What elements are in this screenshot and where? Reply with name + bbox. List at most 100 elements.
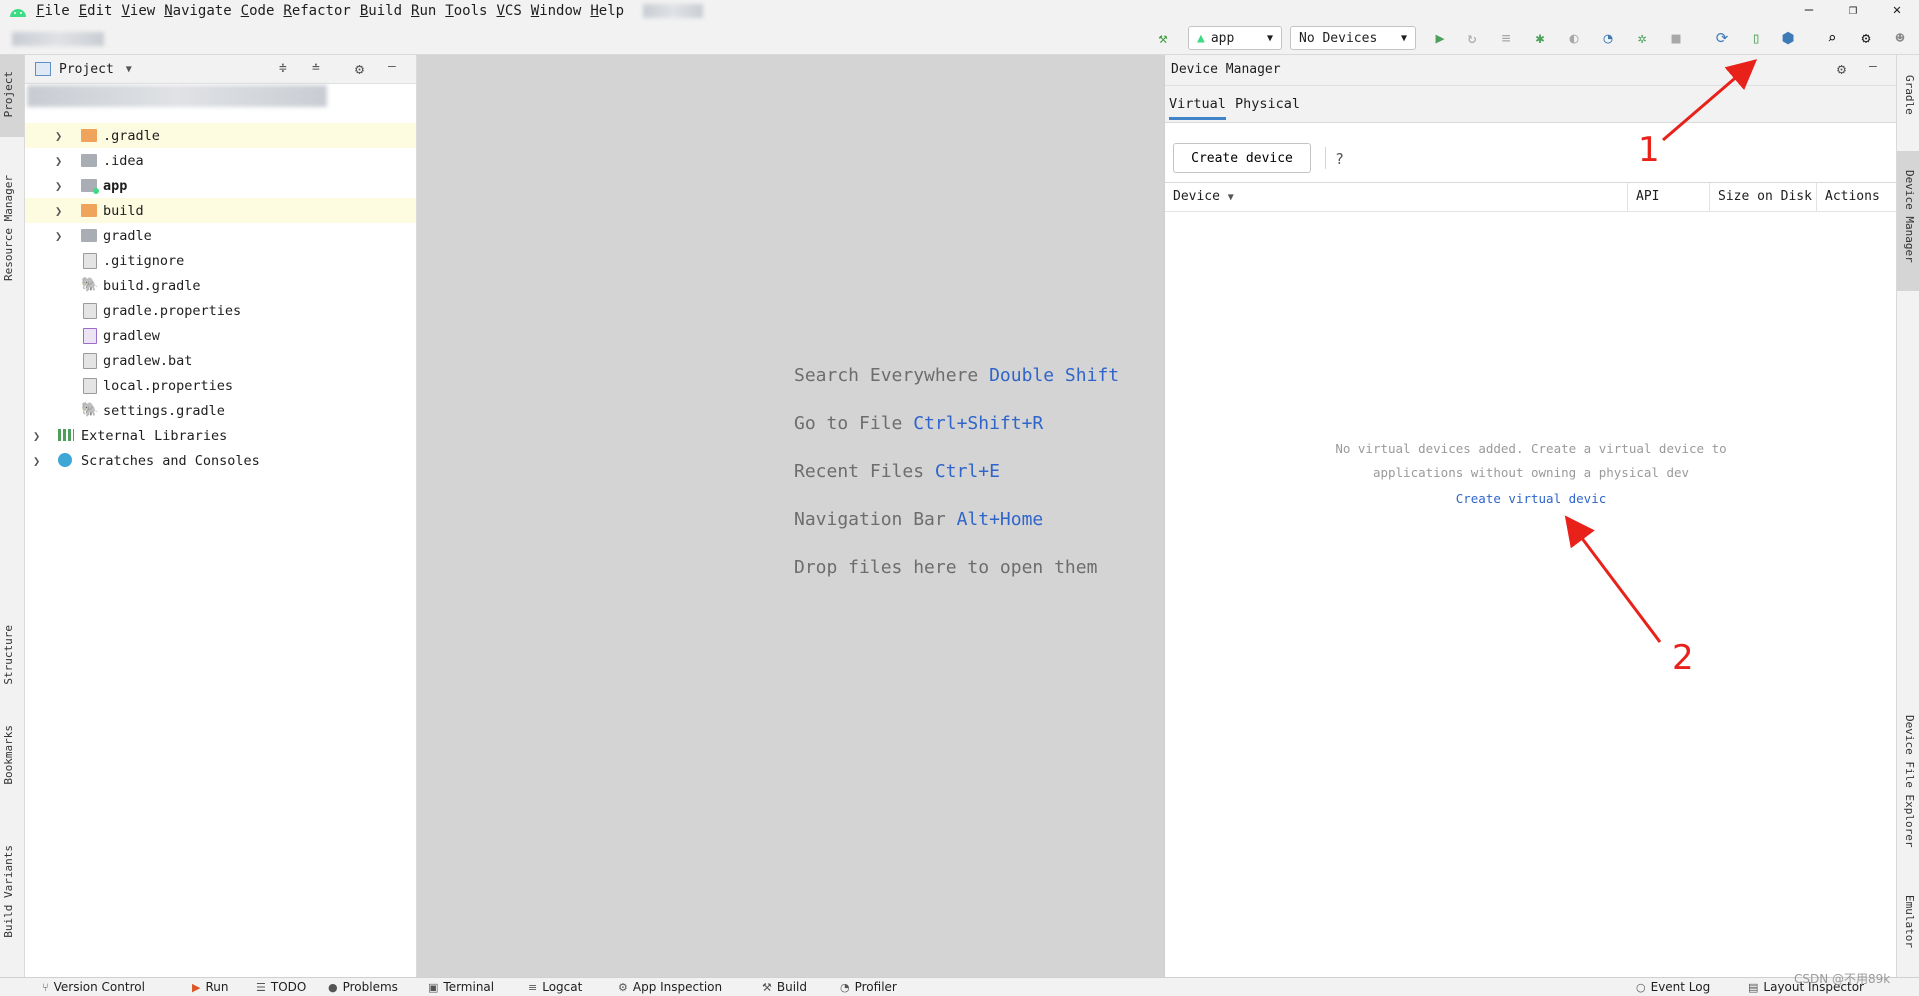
chevron-down-icon[interactable]: ▼ <box>126 64 132 75</box>
create-device-button[interactable]: Create device <box>1173 143 1311 173</box>
column-device[interactable]: Device ▼ <box>1165 183 1628 211</box>
menu-edit[interactable]: Edit <box>79 3 113 19</box>
device-manager-icon[interactable]: ▯ <box>1746 28 1766 48</box>
project-view-title[interactable]: Project <box>59 62 114 77</box>
gear-icon[interactable]: ⚙ <box>1837 60 1846 78</box>
tool-terminal[interactable]: ▣ Terminal <box>428 980 494 994</box>
sync-gradle-icon[interactable]: ⟳ <box>1712 28 1732 48</box>
tree-item-build[interactable]: ❯ build <box>25 198 416 223</box>
menu-view[interactable]: View <box>121 3 155 19</box>
menu-run[interactable]: Run <box>411 3 436 19</box>
tool-label: Version Control <box>53 980 145 994</box>
tree-item-build-gradle[interactable]: 🐘 build.gradle <box>25 273 416 298</box>
empty-state-text: No virtual devices added. Create a virtu… <box>1335 441 1727 456</box>
menu-build[interactable]: Build <box>360 3 402 19</box>
tree-item-label: .gradle <box>103 127 160 144</box>
tree-item-external-libraries[interactable]: ❯ External Libraries <box>25 423 416 448</box>
tool-run[interactable]: ▶ Run <box>192 980 228 994</box>
tree-item-gitignore[interactable]: .gitignore <box>25 248 416 273</box>
hammer-icon[interactable]: ⚒ <box>1153 28 1173 48</box>
run-icon: ▶ <box>192 980 201 994</box>
chevron-right-icon[interactable]: ❯ <box>55 229 62 243</box>
tab-emulator[interactable]: Emulator <box>1903 895 1916 948</box>
tool-problems[interactable]: ● Problems <box>328 980 398 994</box>
menu-tools[interactable]: Tools <box>445 3 487 19</box>
tool-profiler[interactable]: ◔ Profiler <box>840 980 897 994</box>
tree-item-idea[interactable]: ❯ .idea <box>25 148 416 173</box>
gear-icon[interactable]: ⚙ <box>355 60 364 78</box>
chevron-right-icon[interactable]: ❯ <box>55 179 62 193</box>
tree-item-gradle[interactable]: ❯ gradle <box>25 223 416 248</box>
sdk-manager-icon[interactable]: ⬢ <box>1778 28 1798 48</box>
close-icon[interactable]: ✕ <box>1875 0 1919 22</box>
menu-refactor[interactable]: Refactor <box>283 3 350 19</box>
tool-app-inspection[interactable]: ⚙ App Inspection <box>618 980 722 994</box>
column-size-on-disk[interactable]: Size on Disk <box>1710 183 1817 211</box>
apply-changes-icon[interactable]: ≡ <box>1496 28 1516 48</box>
tool-todo[interactable]: ☰ TODO <box>256 980 306 994</box>
tab-device-manager[interactable]: Device Manager <box>1903 170 1916 263</box>
menu-window[interactable]: Window <box>531 3 582 19</box>
tab-physical[interactable]: Physical <box>1235 96 1300 112</box>
menu-vcs[interactable]: VCS <box>496 3 521 19</box>
chevron-right-icon[interactable]: ❯ <box>33 454 40 468</box>
menu-help[interactable]: Help <box>590 3 624 19</box>
run-icon[interactable]: ▶ <box>1430 28 1450 48</box>
collapse-all-icon[interactable]: ≐ <box>312 61 320 76</box>
column-api[interactable]: API <box>1628 183 1710 211</box>
gear-icon[interactable]: ⚙ <box>1856 28 1876 48</box>
search-icon[interactable]: ⌕ <box>1822 28 1842 48</box>
list-icon: ☰ <box>256 980 266 994</box>
blurred-title <box>643 4 704 18</box>
tab-project[interactable]: Project <box>2 71 15 117</box>
menu-file[interactable]: File <box>36 3 70 19</box>
tool-logcat[interactable]: ≡ Logcat <box>528 980 582 994</box>
hide-panel-icon[interactable]: — <box>1869 59 1877 74</box>
stop-icon[interactable]: ■ <box>1666 28 1686 48</box>
tool-event-log[interactable]: ○ Event Log <box>1636 980 1710 994</box>
tab-build-variants[interactable]: Build Variants <box>2 845 15 938</box>
help-icon[interactable]: ? <box>1335 150 1344 168</box>
tool-build[interactable]: ⚒ Build <box>762 980 807 994</box>
tree-item-gradlew-bat[interactable]: gradlew.bat <box>25 348 416 373</box>
chevron-right-icon[interactable]: ❯ <box>55 204 62 218</box>
hide-panel-icon[interactable]: — <box>388 59 396 74</box>
attach-debugger-icon[interactable]: ✲ <box>1632 28 1652 48</box>
tree-item-settings-gradle[interactable]: 🐘 settings.gradle <box>25 398 416 423</box>
device-selector[interactable]: No Devices ▼ <box>1290 26 1416 50</box>
hint-text: Drop files here to open them <box>794 557 1098 578</box>
rerun-icon[interactable]: ↻ <box>1462 28 1482 48</box>
debug-icon[interactable]: ✱ <box>1530 28 1550 48</box>
tree-item-local-properties[interactable]: local.properties <box>25 373 416 398</box>
chevron-right-icon[interactable]: ❯ <box>55 154 62 168</box>
tree-item-app[interactable]: ❯ app <box>25 173 416 198</box>
user-avatar-icon[interactable]: ☻ <box>1890 28 1910 48</box>
profiler-icon: ◔ <box>840 980 850 994</box>
annotation-number-1: 1 <box>1638 130 1660 170</box>
tree-item-gradlew[interactable]: gradlew <box>25 323 416 348</box>
tab-bookmarks[interactable]: Bookmarks <box>2 725 15 785</box>
chevron-right-icon[interactable]: ❯ <box>33 429 40 443</box>
menu-navigate[interactable]: Navigate <box>164 3 231 19</box>
tab-resource-manager[interactable]: Resource Manager <box>2 175 15 281</box>
tree-item-gradle-dir[interactable]: ❯ .gradle <box>25 123 416 148</box>
create-virtual-device-link[interactable]: Create virtual devic <box>1165 491 1897 506</box>
tree-item-gradle-properties[interactable]: gradle.properties <box>25 298 416 323</box>
tree-item-scratches[interactable]: ❯ Scratches and Consoles <box>25 448 416 473</box>
tab-virtual[interactable]: Virtual <box>1169 96 1226 120</box>
minimize-icon[interactable]: – <box>1787 0 1831 22</box>
tab-device-file-explorer[interactable]: Device File Explorer <box>1903 715 1916 847</box>
tab-structure[interactable]: Structure <box>2 625 15 685</box>
profile-icon[interactable]: ◔ <box>1598 28 1618 48</box>
restore-icon[interactable]: ❐ <box>1831 0 1875 22</box>
menu-code[interactable]: Code <box>241 3 275 19</box>
tool-version-control[interactable]: ⑂ Version Control <box>42 980 145 994</box>
coverage-icon[interactable]: ◐ <box>1564 28 1584 48</box>
expand-all-icon[interactable]: ≑ <box>279 61 287 76</box>
column-actions[interactable]: Actions <box>1817 183 1897 211</box>
script-file-icon <box>83 327 97 344</box>
tab-gradle[interactable]: Gradle <box>1903 75 1916 115</box>
hint-shortcut: Ctrl+E <box>934 461 1000 482</box>
run-config-selector[interactable]: ▲ app ▼ <box>1188 26 1282 50</box>
chevron-right-icon[interactable]: ❯ <box>55 129 62 143</box>
